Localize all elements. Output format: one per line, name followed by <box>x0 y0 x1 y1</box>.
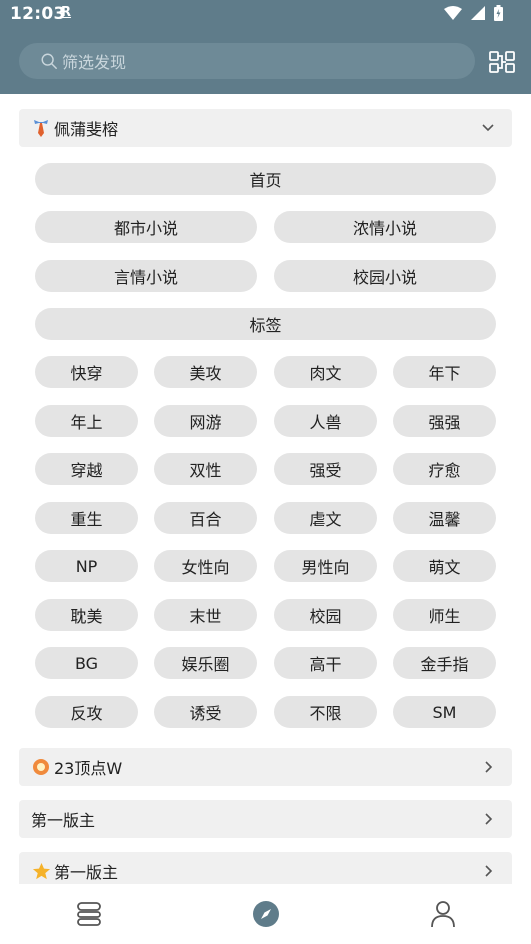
discover-list[interactable]: 佩蒲斐榕 首页 都市小说 浓情小说 言情小说 校园小说 标签 快穿 美攻 肉文 年下 年上 网游 人兽强… <box>0 94 531 884</box>
group-title: 佩蒲斐榕 <box>54 120 119 139</box>
tag-chip[interactable]: 疗愈 <box>393 453 496 485</box>
tag-chip[interactable]: 萌文 <box>393 550 496 582</box>
tag-chip[interactable]: 网游 <box>154 405 257 437</box>
category-chip[interactable]: 标签 <box>35 308 496 340</box>
tag-chip[interactable]: 肉文 <box>274 356 377 388</box>
nav-profile[interactable] <box>354 884 531 944</box>
tag-chip[interactable]: 百合 <box>154 502 257 534</box>
group-title: 第一版主 <box>31 811 96 830</box>
status-icons <box>444 5 503 21</box>
tag-chip[interactable]: 重生 <box>35 502 138 534</box>
tag-chip[interactable]: 双性 <box>154 453 257 485</box>
tag-chip[interactable]: 女性向 <box>154 550 257 582</box>
tag-chip[interactable]: SM <box>393 696 496 728</box>
layout-switch-icon[interactable] <box>489 50 515 74</box>
tag-chip[interactable]: 高干 <box>274 647 377 679</box>
person-icon <box>430 901 455 928</box>
search-icon <box>41 53 57 69</box>
category-chip[interactable]: 首页 <box>35 163 496 195</box>
tie-icon <box>31 118 51 138</box>
chevron-right-icon <box>485 865 493 877</box>
notification-r-icon: R <box>61 5 72 20</box>
bookshelf-icon <box>76 902 101 926</box>
tag-chip[interactable]: 诱受 <box>154 696 257 728</box>
star-icon <box>31 861 51 881</box>
tag-chip[interactable]: 娱乐圈 <box>154 647 257 679</box>
wifi-icon <box>444 6 462 20</box>
chevron-right-icon <box>485 761 493 773</box>
app-header: 12:03 R 筛选发现 <box>0 0 531 94</box>
tag-chip[interactable]: 反攻 <box>35 696 138 728</box>
bottom-nav <box>0 884 531 944</box>
category-chip[interactable]: 言情小说 <box>35 260 257 292</box>
tag-chip[interactable]: 穿越 <box>35 453 138 485</box>
category-chip[interactable]: 校园小说 <box>274 260 496 292</box>
search-input[interactable]: 筛选发现 <box>19 43 475 79</box>
group-header-collapsed[interactable]: 第一版主 <box>19 852 512 884</box>
signal-icon <box>471 6 485 20</box>
tag-chip[interactable]: 人兽 <box>274 405 377 437</box>
tag-chip[interactable]: 虐文 <box>274 502 377 534</box>
tag-chip[interactable]: 不限 <box>274 696 377 728</box>
tag-chip[interactable]: 强强 <box>393 405 496 437</box>
chevron-down-icon <box>482 124 494 132</box>
tag-chip[interactable]: 耽美 <box>35 599 138 631</box>
nav-discover[interactable] <box>177 884 354 944</box>
group-header-expanded[interactable]: 佩蒲斐榕 <box>19 109 512 147</box>
status-time: 12:03 <box>10 4 66 24</box>
tag-chip[interactable]: 快穿 <box>35 356 138 388</box>
group-title: 第一版主 <box>54 863 119 882</box>
category-chip[interactable]: 都市小说 <box>35 211 257 243</box>
status-bar: 12:03 R <box>0 0 531 30</box>
tag-chip[interactable]: 年下 <box>393 356 496 388</box>
tag-chip[interactable]: 金手指 <box>393 647 496 679</box>
tag-chip[interactable]: 末世 <box>154 599 257 631</box>
tag-chip[interactable]: BG <box>35 647 138 679</box>
compass-icon <box>252 901 279 927</box>
chevron-right-icon <box>485 813 493 825</box>
tag-chip[interactable]: 美攻 <box>154 356 257 388</box>
nav-bookshelf[interactable] <box>0 884 177 944</box>
group-title: 23顶点W <box>54 759 123 778</box>
group-header-collapsed[interactable]: 23顶点W <box>19 748 512 786</box>
tag-chip[interactable]: 师生 <box>393 599 496 631</box>
category-chip[interactable]: 浓情小说 <box>274 211 496 243</box>
flower-icon <box>31 757 51 777</box>
tag-chip[interactable]: 年上 <box>35 405 138 437</box>
tag-chip[interactable]: 校园 <box>274 599 377 631</box>
tag-chip[interactable]: NP <box>35 550 138 582</box>
group-header-collapsed[interactable]: 第一版主 <box>19 800 512 838</box>
tag-chip[interactable]: 强受 <box>274 453 377 485</box>
battery-icon <box>494 5 503 21</box>
tag-chip[interactable]: 温馨 <box>393 502 496 534</box>
search-placeholder: 筛选发现 <box>62 53 127 72</box>
tag-chip[interactable]: 男性向 <box>274 550 377 582</box>
